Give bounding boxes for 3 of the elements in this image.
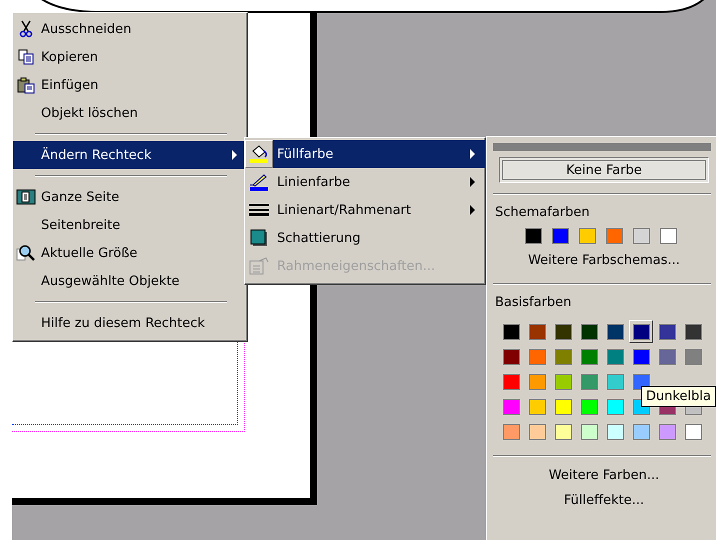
section-label: Basisfarben (494, 294, 572, 312)
section-label: Schemafarben (494, 204, 591, 222)
tooltip: Dunkelbla (641, 386, 716, 407)
